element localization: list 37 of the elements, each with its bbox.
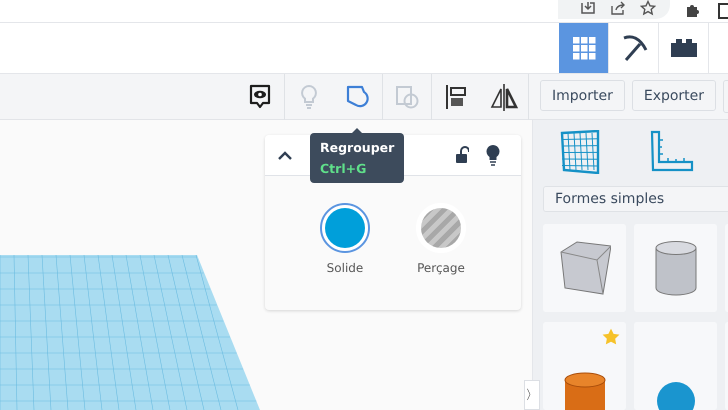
option-label: Solide [326, 261, 364, 275]
toolbar-button[interactable]: Importer [540, 80, 625, 111]
brick-icon [670, 38, 698, 58]
shape-tile[interactable] [634, 224, 717, 312]
ungroup-icon [394, 84, 420, 110]
align-icon [444, 84, 468, 110]
sphere-shape-icon [656, 380, 696, 410]
category-dropdown[interactable]: Formes simples [543, 186, 728, 212]
shortcut-text: Ctrl+G [320, 160, 368, 178]
address-bar[interactable] [558, 0, 670, 19]
tooltip-title: Regrouper [320, 139, 394, 157]
group-icon [344, 84, 370, 110]
solid-color-swatch[interactable] [320, 203, 370, 253]
star-icon[interactable] [640, 0, 656, 16]
option-label: Perçage [417, 261, 465, 275]
chevron-up-icon[interactable] [277, 150, 293, 160]
box-shape-icon [558, 240, 610, 296]
shape-tile[interactable] [543, 322, 626, 410]
padlock-icon[interactable] [455, 146, 469, 164]
install-icon[interactable] [580, 0, 596, 16]
star-icon [602, 328, 620, 346]
collapse-handle[interactable]: 〉 [524, 380, 540, 410]
cylinder-shape-icon [654, 240, 698, 296]
ruler-icon[interactable] [650, 130, 694, 174]
shape-tile[interactable] [634, 322, 717, 410]
toolbar-button[interactable]: Exporter [632, 80, 716, 111]
speech-eye-icon [248, 84, 272, 110]
mirror-icon [489, 82, 519, 110]
share-icon[interactable] [610, 0, 626, 16]
puzzle-icon[interactable] [684, 3, 700, 19]
window-icon[interactable] [718, 3, 728, 19]
workplane-grid-icon[interactable] [560, 130, 600, 174]
grid-icon [572, 36, 596, 60]
shape-tile[interactable] [543, 224, 626, 312]
bulb-icon [299, 84, 319, 110]
cylinder-shape-icon [562, 370, 606, 410]
bulb-icon[interactable] [485, 144, 501, 166]
